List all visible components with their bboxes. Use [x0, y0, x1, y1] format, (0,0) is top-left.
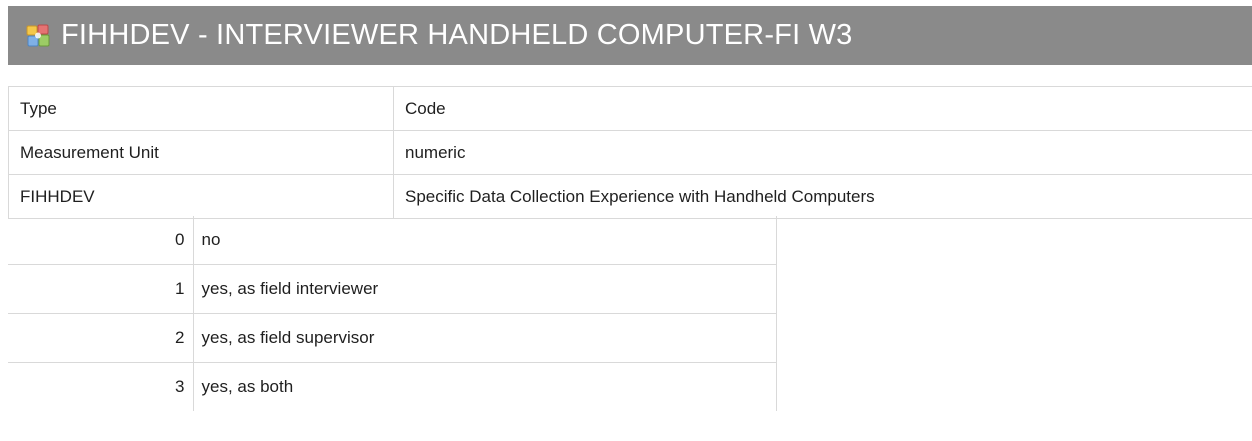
code-value: 3: [8, 362, 194, 411]
code-row: 1 yes, as field interviewer: [8, 264, 777, 314]
code-label: yes, as both: [192, 362, 777, 411]
code-label: yes, as field interviewer: [192, 264, 777, 314]
code-row: 2 yes, as field supervisor: [8, 313, 777, 363]
variable-title-bar: FIHHDEV - INTERVIEWER HANDHELD COMPUTER-…: [8, 6, 1252, 65]
variable-detail-page: FIHHDEV - INTERVIEWER HANDHELD COMPUTER-…: [0, 0, 1252, 441]
code-label: no: [192, 216, 777, 265]
value-codes-table: 0 no 1 yes, as field interviewer 2 yes, …: [8, 216, 777, 411]
property-row-type: Type Code: [8, 86, 1252, 131]
property-value: Specific Data Collection Experience with…: [393, 174, 1252, 219]
variable-puzzle-icon: [25, 23, 51, 49]
code-label: yes, as field supervisor: [192, 313, 777, 363]
property-key: Type: [8, 86, 394, 131]
code-value: 1: [8, 264, 194, 314]
property-row-variable-label: FIHHDEV Specific Data Collection Experie…: [8, 174, 1252, 219]
code-value: 0: [8, 216, 194, 265]
code-row: 3 yes, as both: [8, 362, 777, 411]
variable-properties-table: Type Code Measurement Unit numeric FIHHD…: [8, 86, 1252, 219]
property-key: Measurement Unit: [8, 130, 394, 175]
code-row: 0 no: [8, 216, 777, 265]
property-value: numeric: [393, 130, 1252, 175]
code-value: 2: [8, 313, 194, 363]
property-value: Code: [393, 86, 1252, 131]
property-key: FIHHDEV: [8, 174, 394, 219]
page-title: FIHHDEV - INTERVIEWER HANDHELD COMPUTER-…: [61, 19, 853, 51]
property-row-measurement-unit: Measurement Unit numeric: [8, 130, 1252, 175]
